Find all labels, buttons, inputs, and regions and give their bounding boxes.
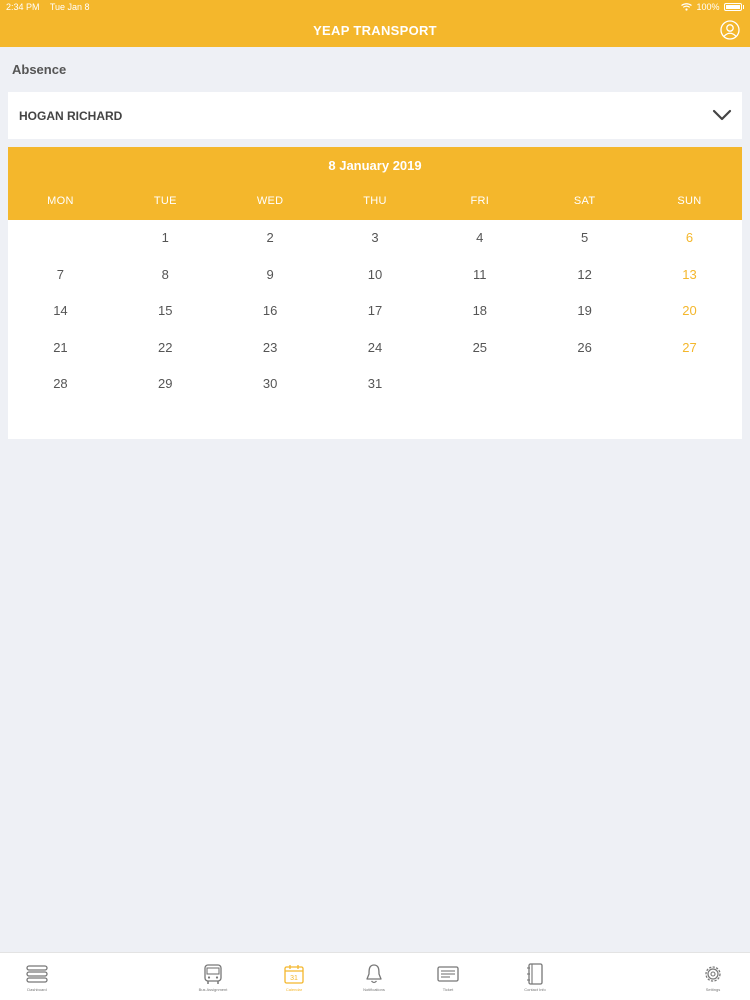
calendar-day[interactable]: 27 bbox=[637, 330, 742, 367]
calendar-day[interactable]: 19 bbox=[532, 293, 637, 330]
tab-label: Calendar bbox=[285, 987, 303, 992]
tab-bus-assignment[interactable]: Bus Assignment bbox=[188, 963, 238, 992]
calendar-day[interactable]: 29 bbox=[113, 366, 218, 403]
section-title: Absence bbox=[12, 62, 67, 77]
calendar-day[interactable]: 11 bbox=[427, 257, 532, 294]
tab-bar: Dashboard Bus Assignment 31 Calendar Not… bbox=[0, 952, 750, 1000]
status-time: 2:34 PM bbox=[6, 2, 40, 12]
calendar-day[interactable]: 14 bbox=[8, 293, 113, 330]
notebook-icon bbox=[527, 963, 543, 985]
calendar-day[interactable]: 10 bbox=[323, 257, 428, 294]
weekday-label: TUE bbox=[153, 195, 177, 207]
calendar-day[interactable]: 22 bbox=[113, 330, 218, 367]
calendar-day[interactable]: 25 bbox=[427, 330, 532, 367]
weekday-label: THU bbox=[363, 195, 387, 207]
battery-percent: 100% bbox=[696, 2, 720, 12]
student-select[interactable]: HOGAN RICHARD bbox=[8, 92, 742, 139]
page-title: YEAP TRANSPORT bbox=[313, 23, 437, 38]
calendar-day[interactable]: 21 bbox=[8, 330, 113, 367]
menu-icon bbox=[26, 965, 48, 983]
calendar-day[interactable]: 17 bbox=[323, 293, 428, 330]
calendar-icon: 31 bbox=[284, 965, 304, 984]
tab-label: Bus Assignment bbox=[198, 987, 228, 992]
tab-label: Dashboard bbox=[27, 987, 47, 992]
bell-icon bbox=[366, 964, 382, 984]
calendar-day[interactable]: 8 bbox=[113, 257, 218, 294]
calendar-header: 8 January 2019 MON TUE WED THU FRI SAT S… bbox=[8, 147, 742, 220]
calendar-day[interactable]: 26 bbox=[532, 330, 637, 367]
tab-label: Contact Info bbox=[524, 987, 546, 992]
tab-dashboard[interactable]: Dashboard bbox=[12, 963, 62, 992]
ticket-icon bbox=[437, 966, 459, 982]
calendar-day[interactable]: 31 bbox=[323, 366, 428, 403]
calendar-day[interactable]: 9 bbox=[218, 257, 323, 294]
calendar-day[interactable]: 18 bbox=[427, 293, 532, 330]
wifi-icon bbox=[681, 3, 693, 11]
calendar-day[interactable]: 1 bbox=[113, 220, 218, 257]
weekday-label: FRI bbox=[470, 195, 490, 207]
chevron-down-icon[interactable] bbox=[712, 108, 732, 122]
gear-icon bbox=[705, 966, 721, 982]
tab-notifications[interactable]: Notifications bbox=[349, 963, 399, 992]
bus-icon bbox=[204, 964, 222, 984]
tab-label: Settings bbox=[705, 987, 721, 992]
calendar-day[interactable]: 4 bbox=[427, 220, 532, 257]
calendar-day[interactable]: 15 bbox=[113, 293, 218, 330]
weekday-label: SUN bbox=[677, 195, 702, 207]
status-date: Tue Jan 8 bbox=[49, 2, 90, 12]
calendar-day[interactable]: 24 bbox=[323, 330, 428, 367]
weekday-label: WED bbox=[256, 195, 284, 207]
tab-label: Ticket bbox=[442, 987, 454, 992]
student-select-value: HOGAN RICHARD bbox=[19, 109, 123, 123]
tab-contact-info[interactable]: Contact Info bbox=[510, 963, 560, 992]
calendar-day[interactable]: 28 bbox=[8, 366, 113, 403]
calendar-day[interactable]: 2 bbox=[218, 220, 323, 257]
calendar-month-label: 8 January 2019 bbox=[328, 158, 422, 173]
calendar-day[interactable]: 3 bbox=[323, 220, 428, 257]
calendar-day[interactable]: 23 bbox=[218, 330, 323, 367]
calendar-day[interactable]: 12 bbox=[532, 257, 637, 294]
battery-icon bbox=[723, 3, 742, 11]
weekday-label: MON bbox=[47, 195, 74, 207]
calendar-day[interactable]: 5 bbox=[532, 220, 637, 257]
svg-text:31: 31 bbox=[290, 975, 298, 982]
status-bar: 2:34 PM Tue Jan 8 100% bbox=[0, 0, 750, 14]
calendar-day[interactable]: 13 bbox=[637, 257, 742, 294]
calendar-day[interactable]: 30 bbox=[218, 366, 323, 403]
calendar-day[interactable]: 6 bbox=[637, 220, 742, 257]
tab-settings[interactable]: Settings bbox=[688, 963, 738, 992]
calendar-day[interactable]: 7 bbox=[8, 257, 113, 294]
calendar-day[interactable]: 20 bbox=[637, 293, 742, 330]
tab-label: Notifications bbox=[363, 987, 385, 992]
weekday-label: SAT bbox=[573, 195, 596, 207]
tab-calendar[interactable]: 31 Calendar bbox=[269, 963, 319, 992]
calendar-day[interactable]: 16 bbox=[218, 293, 323, 330]
tab-ticket[interactable]: Ticket bbox=[423, 963, 473, 992]
calendar-day-grid: 1 2 3 4 5 6 7 8 9 10 11 12 13 14 15 16 17 18 19 20 21 22 23 24 2… bbox=[8, 220, 742, 403]
user-circle-icon[interactable] bbox=[720, 20, 740, 40]
app-header: 2:34 PM Tue Jan 8 100% YEAP TRANSPORT bbox=[0, 0, 750, 47]
absence-calendar: 8 January 2019 MON TUE WED THU FRI SAT S… bbox=[8, 147, 742, 439]
weekday-row: MON TUE WED THU FRI SAT SUN bbox=[8, 195, 742, 207]
